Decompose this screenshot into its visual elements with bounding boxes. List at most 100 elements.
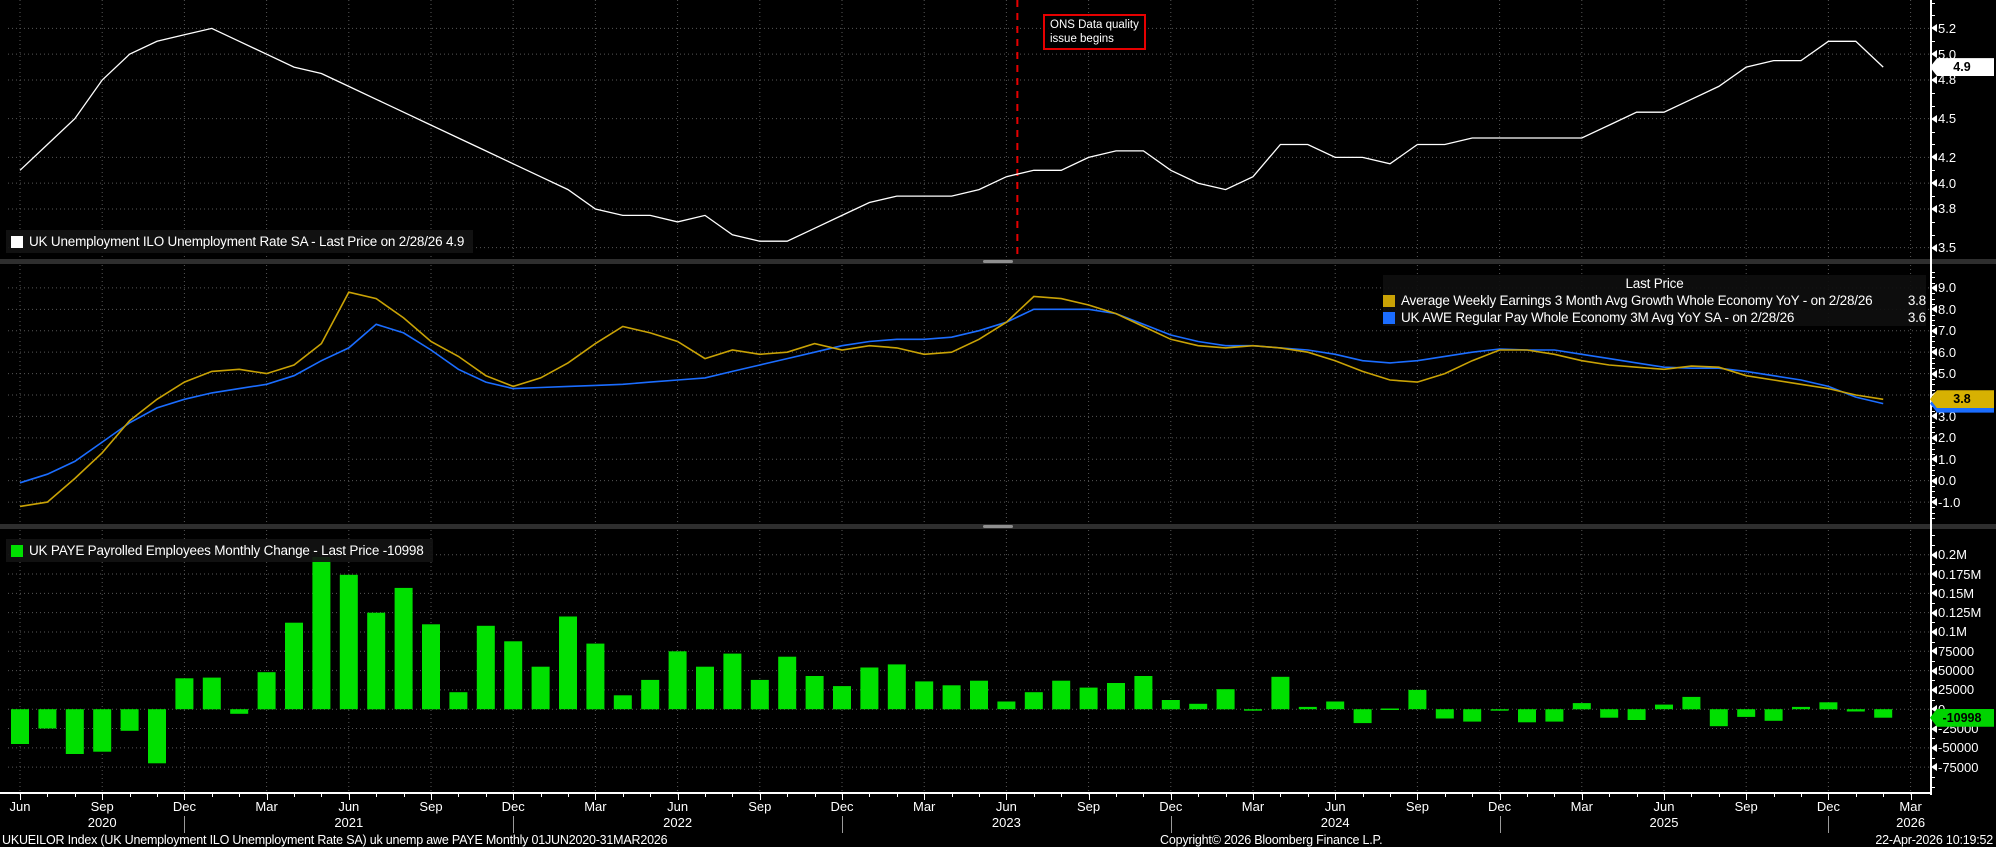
year-divider [842, 816, 843, 833]
x-axis-tick [1554, 794, 1555, 797]
tick-arrow-icon [1931, 24, 1937, 32]
tick-arrow-icon [1931, 434, 1937, 442]
x-axis-month-label: Dec [812, 799, 872, 814]
x-axis-tick [897, 794, 898, 797]
axis-minor-tick [1930, 449, 1935, 450]
panel-separator[interactable] [0, 524, 1996, 529]
earnings-legend[interactable]: Last Price Average Weekly Earnings 3 Mon… [1383, 275, 1926, 326]
awe-regular-legend-row[interactable]: UK AWE Regular Pay Whole Economy 3M Avg … [1383, 309, 1926, 326]
y-axis-tick: 75000 [1931, 643, 1974, 659]
x-axis-tick [650, 794, 651, 797]
x-axis-month-label: Dec [1141, 799, 1201, 814]
tick-arrow-icon [1931, 153, 1937, 161]
axis-minor-tick [1930, 507, 1935, 508]
axis-minor-tick [1930, 622, 1935, 623]
x-axis-year-label: 2026 [1881, 815, 1941, 830]
y-axis-tick-label: 0.2M [1938, 547, 1967, 562]
y-axis-tick: 4.0 [1931, 175, 1956, 191]
x-axis-month-label: Sep [1059, 799, 1119, 814]
x-axis-tick [1445, 794, 1446, 797]
x-axis-tick [1719, 794, 1720, 797]
awe-regular-last-value: 3.6 [1888, 310, 1926, 325]
x-axis-tick [787, 794, 788, 797]
tick-arrow-icon [1931, 179, 1937, 187]
axis-minor-tick [1930, 454, 1935, 455]
axis-minor-tick [1930, 325, 1935, 326]
axis-minor-tick [1930, 427, 1935, 428]
axis-minor-tick [1930, 384, 1935, 385]
unemployment-legend[interactable]: UK Unemployment ILO Unemployment Rate SA… [6, 230, 473, 253]
tick-arrow-icon [1931, 370, 1937, 378]
tick-arrow-icon [1931, 477, 1937, 485]
x-axis-year-label: 2020 [72, 815, 132, 830]
tick-arrow-icon [1931, 763, 1937, 771]
y-axis-tick: 5.2 [1931, 20, 1956, 36]
x-axis-month-label: Jun [648, 799, 708, 814]
x-axis-line [0, 792, 1932, 794]
axis-minor-tick [1930, 465, 1935, 466]
tick-arrow-icon [1931, 348, 1937, 356]
last-price-tag: 3.8 [1930, 390, 1994, 408]
unemployment-legend-label: UK Unemployment ILO Unemployment Rate SA… [29, 234, 464, 249]
tick-arrow-icon [1931, 412, 1937, 420]
x-axis-month-label: Mar [1223, 799, 1283, 814]
y-axis-tick: 3.8 [1931, 201, 1956, 217]
axis-minor-tick [1930, 738, 1935, 739]
axis-minor-tick [1930, 315, 1935, 316]
y-axis-tick-label: 0.175M [1938, 567, 1981, 582]
tick-arrow-icon [1931, 667, 1937, 675]
axis-minor-tick [1930, 304, 1935, 305]
x-axis-tick [239, 794, 240, 797]
axis-minor-tick [1930, 93, 1935, 94]
x-axis-tick [952, 794, 953, 797]
axis-minor-tick [1930, 432, 1935, 433]
awe-regular-line [20, 309, 1883, 483]
x-axis-tick [1472, 794, 1473, 797]
unemployment-panel[interactable] [0, 0, 1996, 258]
ons-annotation-box[interactable]: ONS Data quality issue begins [1043, 14, 1146, 50]
axis-minor-tick [1930, 341, 1935, 342]
axis-minor-tick [1930, 491, 1935, 492]
axis-minor-tick [1930, 497, 1935, 498]
gridlines [8, 0, 1930, 258]
y-axis-tick-label: 8.0 [1938, 302, 1956, 317]
white-square-swatch-icon [11, 236, 23, 248]
panel-separator[interactable] [0, 259, 1996, 264]
x-axis-tick [705, 794, 706, 797]
tick-arrow-icon [1931, 327, 1937, 335]
tick-arrow-icon [1931, 589, 1937, 597]
axis-minor-tick [1930, 443, 1935, 444]
annotation-line2: issue begins [1050, 32, 1139, 46]
tick-arrow-icon [1931, 628, 1937, 636]
axis-minor-tick [1930, 513, 1935, 514]
axis-minor-tick [1930, 3, 1935, 4]
axis-minor-tick [1930, 700, 1935, 701]
y-axis-tick-label: 7.0 [1938, 323, 1956, 338]
year-divider [184, 816, 185, 833]
y-axis-tick-label: -50000 [1938, 740, 1978, 755]
x-axis-year-label: 2025 [1634, 815, 1694, 830]
y-axis-tick: -1.0 [1931, 494, 1960, 510]
x-axis-tick [1856, 794, 1857, 797]
x-axis-month-label: Jun [976, 799, 1036, 814]
axis-minor-tick [1930, 661, 1935, 662]
x-axis-month-label: Sep [401, 799, 461, 814]
awe-regular-label: UK AWE Regular Pay Whole Economy 3M Avg … [1401, 310, 1882, 325]
paye-panel[interactable] [0, 530, 1996, 795]
x-axis-month-label: Dec [483, 799, 543, 814]
y-axis-tick-label: -1.0 [1938, 495, 1960, 510]
paye-legend[interactable]: UK PAYE Payrolled Employees Monthly Chan… [6, 539, 433, 562]
tick-arrow-icon [1931, 205, 1937, 213]
separator-drag-handle[interactable] [983, 525, 1013, 528]
x-axis-tick [1143, 794, 1144, 797]
x-axis-month-label: Jun [0, 799, 50, 814]
awe-total-legend-row[interactable]: Average Weekly Earnings 3 Month Avg Grow… [1383, 292, 1926, 309]
x-axis-year-label: 2023 [976, 815, 1036, 830]
axis-minor-tick [1930, 293, 1935, 294]
y-axis-tick-label: 3.5 [1938, 240, 1956, 255]
x-axis-tick [458, 794, 459, 797]
x-axis-tick [1390, 794, 1391, 797]
axis-minor-tick [1930, 132, 1935, 133]
axis-minor-tick [1930, 680, 1935, 681]
separator-drag-handle[interactable] [983, 260, 1013, 263]
